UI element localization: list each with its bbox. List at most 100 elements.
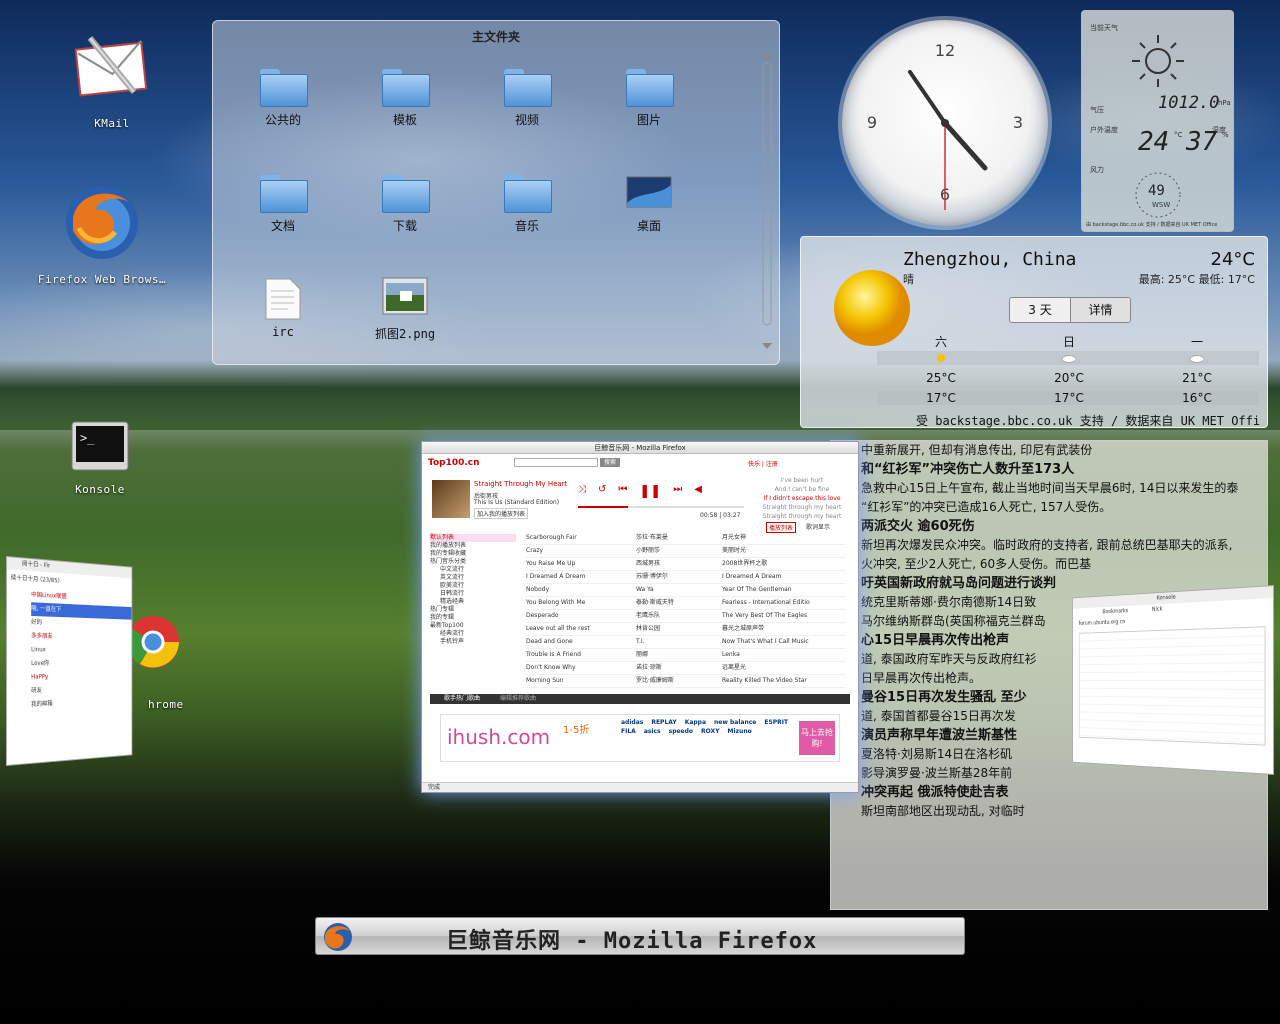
song-list[interactable]: Scarborough Fair 莎拉·布莱曼 月光女神 Crazy 小野丽莎 美丽时光 Y…: [526, 532, 846, 688]
tab-editor-picks[interactable]: 编辑推荐歌曲: [500, 694, 536, 704]
shuffle-icon[interactable]: ⤨: [578, 484, 586, 499]
song-row[interactable]: Scarborough Fair 莎拉·布莱曼 月光女神: [526, 532, 846, 545]
song-row[interactable]: I Dreamed A Dream 苏珊·博伊尔 I Dreamed A Dream: [526, 571, 846, 584]
playlist-sidebar-item[interactable]: 默认列表: [430, 534, 516, 542]
folder-music[interactable]: 音乐: [477, 175, 577, 234]
folder-documents[interactable]: 文档: [233, 175, 333, 234]
news-line[interactable]: 新坦再次爆发民众冲突。临时政府的支持者, 跟前总统巴基耶夫的派系,: [831, 536, 1267, 555]
news-line[interactable]: 中重新展开, 但却有消息传出, 印尼有武装份: [831, 441, 1267, 460]
login-links[interactable]: 快乐 | 注册: [748, 459, 778, 468]
desktop-icon-konsole[interactable]: >_ Konsole: [30, 420, 170, 496]
song-row[interactable]: Crazy 小野丽莎 美丽时光: [526, 545, 846, 558]
playlist-sidebar-item[interactable]: 热门专辑: [430, 606, 516, 614]
playlist-sidebar[interactable]: 默认列表 我的播放列表 我的专辑收藏 热门音乐分类 中文流行 英文流行 欧美流行 日韩流行 精选…: [430, 534, 516, 646]
im-contact-item[interactable]: Love你: [31, 657, 131, 671]
volume-icon[interactable]: ◀: [694, 484, 702, 499]
folder-templates[interactable]: 模板: [355, 69, 455, 128]
nick-tab[interactable]: Nick: [1152, 604, 1163, 616]
news-line[interactable]: 斯坦南部地区出现动乱, 对临时: [831, 802, 1267, 821]
forecast-credit[interactable]: 受 backstage.bbc.co.uk 支持 / 数据来自 UK MET O…: [916, 412, 1261, 429]
im-window-thumbnail[interactable]: 阅十日 - Fir 续十日十月 (23/85) 中国Linux联盟 哦, 一直在下…: [6, 556, 133, 766]
im-contact-item[interactable]: 多多朋友: [31, 630, 131, 645]
folder-public[interactable]: 公共的: [233, 69, 333, 128]
song-row[interactable]: You Belong With Me 泰勒·斯威夫特 Fearless - Inte…: [526, 597, 846, 610]
brand-logo: ROXY: [701, 728, 720, 735]
konsole-window-thumbnail[interactable]: Konsole Bookmarks Nick forum.ubuntu.org.…: [1072, 585, 1274, 775]
text-file-icon: [265, 278, 301, 320]
im-contact-item[interactable]: 我的邮箱: [31, 695, 131, 712]
temp-unit: °C: [1174, 131, 1183, 139]
tab-3-days[interactable]: 3 天: [1010, 298, 1070, 322]
song-artist: 泰勒·斯威夫特: [636, 599, 674, 606]
playlist-sidebar-item[interactable]: 最新Top100: [430, 622, 516, 630]
firefox-titlebar[interactable]: 巨鲸音乐网 - Mozilla Firefox: [422, 442, 858, 454]
playlist-sidebar-item[interactable]: 我的专辑: [430, 614, 516, 622]
song-row[interactable]: Leave out all the rest 林肯公园 暮光之城原声带: [526, 623, 846, 636]
window-switcher-bar[interactable]: 巨鲸音乐网 - Mozilla Firefox: [315, 917, 965, 955]
repeat-icon[interactable]: ↺: [598, 484, 606, 499]
news-line[interactable]: 两派交火 逾60死伤: [831, 517, 1267, 536]
desktop-icon-firefox[interactable]: Firefox Web Brows…: [32, 180, 172, 286]
pause-icon[interactable]: ❚❚: [639, 484, 661, 499]
im-contact-list[interactable]: 中国Linux联盟 哦, 一直在下 好的 多多朋友 Linux Love你 HaPPy 研友我…: [7, 587, 132, 713]
seek-bar[interactable]: [578, 506, 744, 508]
im-contact-item[interactable]: Linux: [31, 643, 131, 657]
playlist-sidebar-item[interactable]: 我的专辑收藏: [430, 550, 516, 558]
next-icon[interactable]: ⏭: [673, 484, 682, 499]
playlist-sidebar-item[interactable]: 经典流行: [430, 630, 516, 638]
site-search-input[interactable]: [514, 458, 598, 467]
news-line[interactable]: 冲突再起 俄派特使赴吉表: [831, 783, 1267, 802]
song-row[interactable]: Desperado 老鹰乐队 The Very Best Of The Eagles: [526, 610, 846, 623]
forecast-day-3: 一 21°C 16°C: [1147, 333, 1247, 405]
playlist-sidebar-item[interactable]: 英文流行: [430, 574, 516, 582]
song-row[interactable]: You Raise Me Up 西城男孩 2008世界杯之歌: [526, 558, 846, 571]
ad-cta-button[interactable]: 马上去抢购!: [799, 721, 835, 755]
station-credit: 由 backstage.bbc.co.uk 支持 / 数据来自 UK MET O…: [1086, 222, 1218, 228]
top100-logo[interactable]: Top100.cn: [428, 458, 480, 468]
wind-label: 风力: [1090, 166, 1104, 174]
tab-details[interactable]: 详情: [1070, 298, 1130, 322]
playlist-sidebar-item[interactable]: 我的播放列表: [430, 542, 516, 550]
ad-banner[interactable]: ihush.com 1-5折 adidas REPLAY Kappa new bala…: [440, 714, 840, 762]
site-search-button[interactable]: 搜索: [600, 458, 620, 467]
folder-pictures[interactable]: 图片: [599, 69, 699, 128]
song-row[interactable]: Morning Sun 罗比·威廉姆斯 Reality Killed The Vid…: [526, 675, 846, 688]
bottom-tab-bar[interactable]: 歌手热门歌曲 编辑推荐歌曲: [430, 694, 850, 704]
svg-text:>_: >_: [80, 431, 95, 445]
song-row[interactable]: Don't Know Why 诺拉·琼斯 远离星光: [526, 662, 846, 675]
firefox-window[interactable]: 巨鲸音乐网 - Mozilla Firefox Top100.cn 搜索 快乐 …: [421, 441, 859, 793]
file-irc[interactable]: irc: [233, 277, 333, 339]
song-row[interactable]: Trouble Is A Friend 丽娜 Lenka: [526, 649, 846, 662]
playlist-sidebar-item[interactable]: 手机铃声: [430, 638, 516, 646]
player-controls[interactable]: ⤨ ↺ ⏮ ❚❚ ⏭ ◀: [578, 484, 702, 499]
forecast-tabs[interactable]: 3 天 详情: [1009, 297, 1131, 323]
playlist-sidebar-item[interactable]: 欧美流行: [430, 582, 516, 590]
folder-downloads[interactable]: 下载: [355, 175, 455, 234]
add-to-playlist-button[interactable]: 加入我的播放列表: [474, 508, 529, 519]
folder-videos[interactable]: 视频: [477, 69, 577, 128]
news-line[interactable]: 急救中心15日上午宣布, 截止当地时间当天早晨6时, 14日以来发生的泰: [831, 479, 1267, 498]
desktop-icon-kmail[interactable]: KMail: [42, 30, 182, 130]
playlist-sidebar-item[interactable]: 日韩流行: [430, 590, 516, 598]
weather-station-widget[interactable]: 当前天气 气压 1012.0 hPa 户外温度 湿度 24 °C 37 % 风力…: [1081, 10, 1234, 232]
song-title: Dead and Gone: [526, 638, 573, 645]
news-line[interactable]: “红衫军”的冲突已造成16人死亡, 157人受伤。: [831, 498, 1267, 517]
previous-icon[interactable]: ⏮: [618, 484, 627, 499]
song-title: I Dreamed A Dream: [526, 573, 586, 580]
news-line[interactable]: 火冲突, 至少2人死亡, 60多人受伤。而巴基: [831, 555, 1267, 574]
playlist-sidebar-item[interactable]: 热门音乐分类: [430, 558, 516, 566]
folder-view-widget[interactable]: 主文件夹 公共的 模板 视频 图片 文档 下载 音乐 桌面 irc 抓图2.pn…: [212, 20, 780, 365]
playlist-sidebar-item[interactable]: 精选经典: [430, 598, 516, 606]
tab-hot-songs[interactable]: 歌手热门歌曲: [444, 694, 480, 704]
pressure-value: 1012.0: [1158, 93, 1220, 113]
playlist-sidebar-item[interactable]: 中文流行: [430, 566, 516, 574]
file-screenshot-png[interactable]: 抓图2.png: [355, 277, 455, 342]
news-line[interactable]: 和“红衫军”冲突伤亡人数升至173人: [831, 460, 1267, 479]
song-row[interactable]: Nobody Wa Ya Year Of The Gentleman: [526, 584, 846, 597]
analog-clock-widget[interactable]: 12 3 6 9: [842, 20, 1048, 226]
song-row[interactable]: Dead and Gone T.I. Now That's What I Call …: [526, 636, 846, 649]
song-album: 美丽时光: [722, 547, 747, 554]
weather-forecast-widget[interactable]: Zhengzhou, China 24°C 晴 最高: 25°C 最低: 17°…: [800, 236, 1268, 428]
folder-desktop[interactable]: 桌面: [599, 175, 699, 234]
folder-view-scrollbar[interactable]: [761, 51, 772, 351]
